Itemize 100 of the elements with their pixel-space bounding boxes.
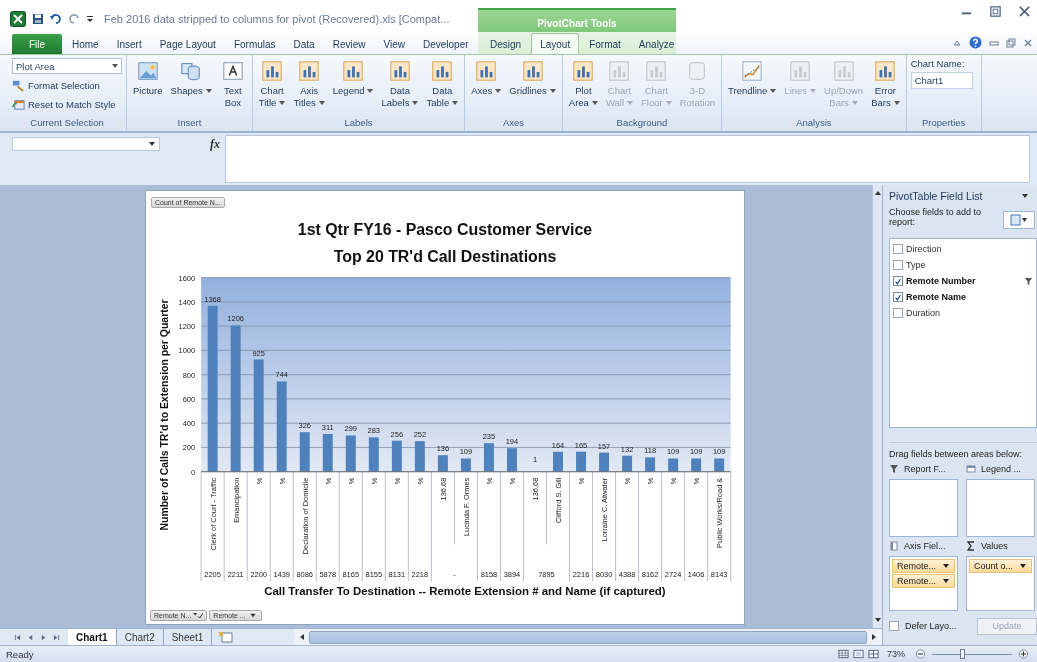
area-label: Legend ... bbox=[981, 464, 1022, 474]
customize-icon[interactable] bbox=[86, 14, 94, 24]
checkbox[interactable] bbox=[893, 244, 903, 254]
checkbox[interactable] bbox=[889, 621, 899, 631]
picture-icon bbox=[136, 60, 159, 82]
field-pill[interactable]: Remote... bbox=[892, 574, 955, 588]
ribbon-tab[interactable]: Home bbox=[64, 34, 107, 54]
scroll-up-icon[interactable] bbox=[873, 189, 882, 197]
ribbon-tab[interactable]: Developer bbox=[415, 34, 477, 54]
area-label: Report F... bbox=[904, 464, 946, 474]
bar bbox=[391, 440, 402, 472]
checkbox[interactable] bbox=[893, 260, 903, 270]
sheet-tab[interactable]: Chart1 bbox=[68, 629, 117, 645]
status-text: Ready bbox=[6, 648, 34, 660]
page-layout-icon[interactable] bbox=[853, 649, 864, 659]
slider-thumb[interactable] bbox=[960, 648, 966, 659]
excel-icon bbox=[10, 11, 26, 27]
caret-icon bbox=[112, 64, 118, 68]
defer-label[interactable]: Defer Layo... bbox=[905, 621, 971, 631]
scroll-left-icon[interactable] bbox=[298, 633, 307, 641]
command-button[interactable]: Reset to Match Style bbox=[12, 96, 122, 112]
restore-icon[interactable] bbox=[989, 4, 1002, 18]
ribbon-button[interactable]: Plot Area bbox=[566, 58, 600, 117]
vertical-scrollbar[interactable] bbox=[872, 185, 882, 628]
field-label: Chart Name: bbox=[910, 58, 966, 69]
ribbon-tab[interactable]: Format bbox=[581, 34, 629, 54]
selection-dropdown[interactable]: Plot Area bbox=[12, 58, 122, 74]
zoom-in-icon[interactable] bbox=[1018, 649, 1029, 659]
ribbon-button[interactable]: Legend bbox=[330, 58, 376, 117]
checkbox[interactable] bbox=[893, 308, 903, 318]
zoom-level[interactable]: 73% bbox=[887, 649, 905, 659]
zoom-out-icon[interactable] bbox=[915, 649, 926, 659]
ribbon-tab[interactable]: Page Layout bbox=[151, 34, 224, 54]
ribbon-button[interactable]: Text Box bbox=[217, 58, 248, 117]
ribbon-button[interactable]: Axes bbox=[469, 58, 504, 117]
drop-area[interactable]: Remote... Remote... bbox=[889, 556, 958, 611]
chart-icon bbox=[261, 60, 284, 82]
command-button[interactable]: Format Selection bbox=[12, 77, 122, 93]
bar bbox=[714, 458, 725, 472]
undo-icon[interactable] bbox=[50, 13, 62, 25]
chart-name-field[interactable]: Chart1 bbox=[910, 72, 973, 89]
trendline-icon bbox=[741, 60, 764, 82]
field-name[interactable]: Remote Number bbox=[906, 276, 1021, 286]
chart-icon bbox=[475, 60, 498, 82]
restore-icon[interactable] bbox=[1006, 37, 1016, 48]
sheet-nav-icon[interactable] bbox=[53, 633, 60, 641]
file-tab[interactable]: File bbox=[12, 34, 62, 54]
save-icon[interactable] bbox=[32, 13, 44, 25]
layout-button[interactable] bbox=[1003, 211, 1035, 229]
close-icon[interactable] bbox=[1018, 4, 1031, 18]
drop-area[interactable]: Count o... bbox=[966, 556, 1035, 611]
ribbon-button[interactable]: Trendline bbox=[726, 58, 779, 117]
field-name[interactable]: Direction bbox=[906, 244, 1033, 254]
help-icon[interactable] bbox=[969, 36, 982, 49]
redo-icon[interactable] bbox=[68, 13, 80, 25]
insert-function-button[interactable]: fx bbox=[210, 137, 220, 152]
ribbon-button[interactable]: Picture bbox=[131, 58, 165, 117]
ribbon-button[interactable]: Error Bars bbox=[869, 58, 902, 117]
bar bbox=[368, 437, 379, 472]
ribbon-tab[interactable]: Formulas bbox=[225, 34, 284, 54]
chart-icon bbox=[608, 60, 631, 82]
ribbon-tab[interactable]: Layout bbox=[531, 33, 580, 54]
scroll-down-icon[interactable] bbox=[873, 616, 882, 624]
formula-field[interactable] bbox=[225, 135, 1030, 183]
ribbon-tab[interactable]: Review bbox=[324, 34, 374, 54]
ribbon-tab[interactable]: Design bbox=[482, 34, 530, 54]
ribbon-button[interactable]: Axis Titles bbox=[291, 58, 327, 117]
field-pill[interactable]: Count o... bbox=[969, 559, 1032, 573]
scroll-right-icon[interactable] bbox=[870, 633, 878, 641]
field-pill[interactable]: Remote... bbox=[892, 559, 955, 573]
panel-prompt: Choose fields to add to report: bbox=[889, 207, 983, 227]
ribbon-button[interactable]: Shapes bbox=[168, 58, 214, 117]
sheet-nav-icon[interactable] bbox=[14, 633, 21, 641]
ribbon-tab[interactable]: View bbox=[375, 34, 413, 54]
chart-icon bbox=[298, 60, 321, 82]
ribbon-button[interactable]: Data Labels bbox=[379, 58, 421, 117]
panel-menu-icon[interactable] bbox=[1021, 192, 1029, 200]
field-name[interactable]: Type bbox=[906, 260, 1033, 270]
close-icon[interactable] bbox=[1023, 37, 1033, 48]
ribbon-button[interactable]: Gridlines bbox=[507, 58, 558, 117]
ribbon-button[interactable]: Chart Title bbox=[256, 58, 288, 117]
page-break-icon[interactable] bbox=[868, 649, 879, 659]
bar bbox=[576, 451, 586, 472]
ribbon-tab[interactable]: Analyze bbox=[630, 34, 683, 54]
ribbon-tab[interactable]: Data bbox=[285, 34, 323, 54]
sum-icon bbox=[966, 541, 976, 551]
ribbon-tab[interactable]: Insert bbox=[108, 34, 150, 54]
checkbox[interactable] bbox=[893, 276, 903, 286]
bar bbox=[645, 457, 656, 472]
group-label: Background bbox=[615, 117, 669, 130]
filter-icon bbox=[889, 464, 899, 474]
ribbon-button[interactable]: Data Table bbox=[424, 58, 461, 117]
normal-view-icon[interactable] bbox=[838, 649, 849, 659]
window-title: Feb 2016 data stripped to columns for pivot (Recovered).xls [Compat... bbox=[104, 13, 450, 25]
field-name[interactable]: Duration bbox=[906, 308, 1033, 318]
chart-icon bbox=[431, 60, 454, 82]
field-name[interactable]: Remote Name bbox=[906, 292, 1033, 302]
format-icon bbox=[12, 78, 25, 92]
checkbox[interactable] bbox=[893, 292, 903, 302]
horizontal-scrollbar[interactable] bbox=[294, 629, 882, 645]
